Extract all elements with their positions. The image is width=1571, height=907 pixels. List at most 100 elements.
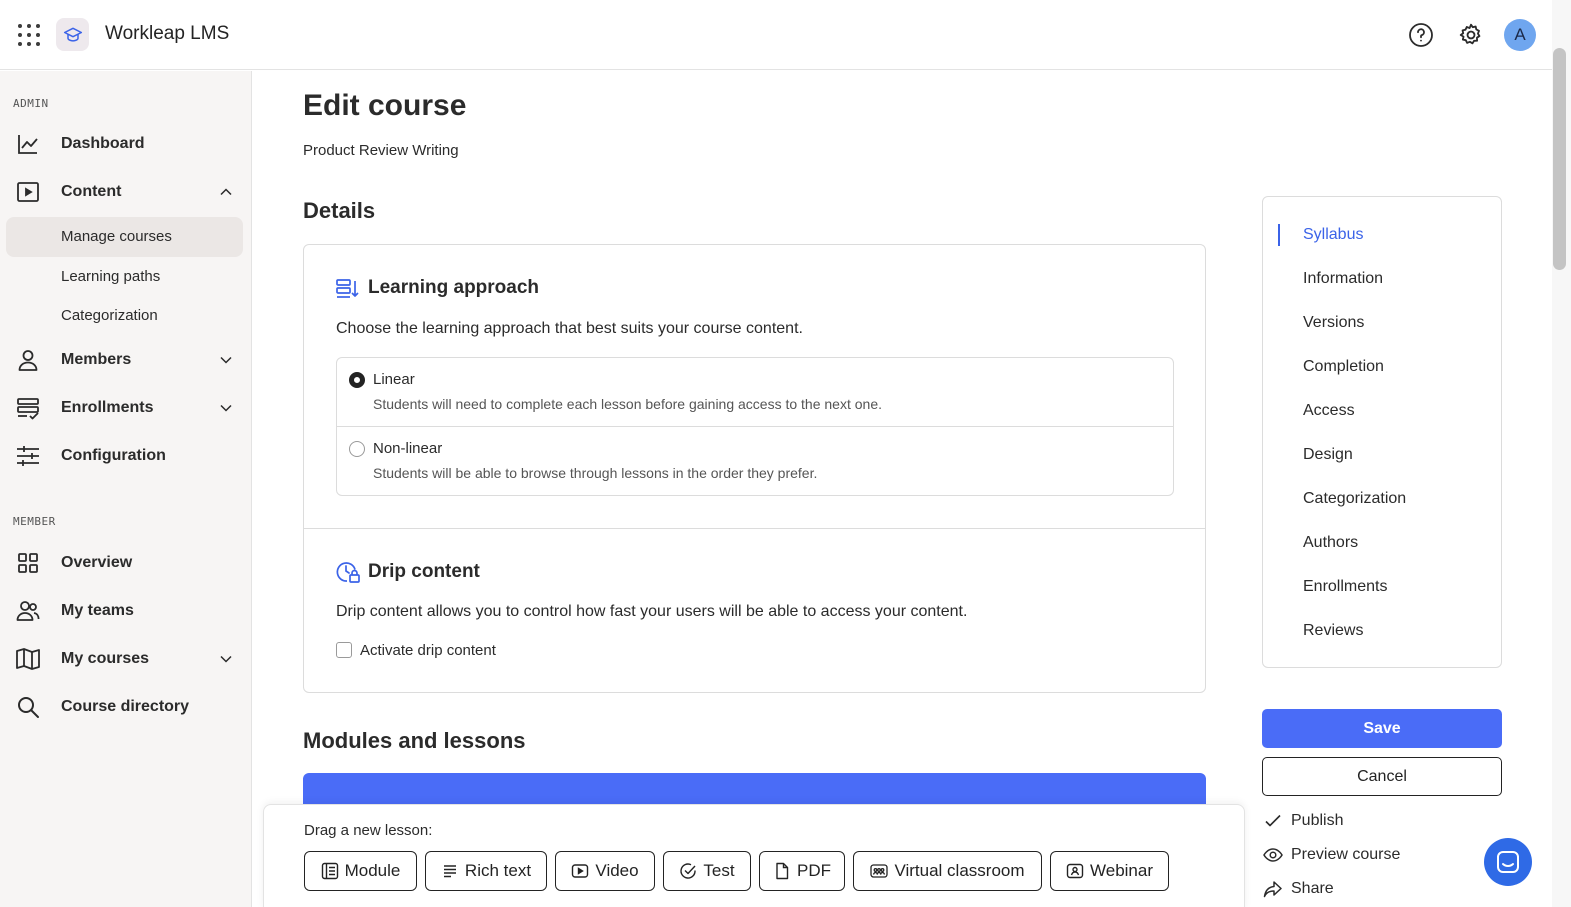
details-heading: Details [303,198,376,223]
lesson-button-label: Rich text [464,861,532,880]
preview-course-label: Preview course [1291,846,1401,863]
section-nav-completion[interactable]: Completion [1303,358,1384,376]
cancel-button[interactable]: Cancel [1262,757,1502,796]
radio-help-text: Students will be able to browse through … [373,465,818,481]
chat-button[interactable] [1484,838,1532,886]
section-nav-access[interactable]: Access [1303,402,1355,420]
top-bar: Workleap LMS A [0,0,1552,70]
radio-help-text: Students will need to complete each less… [373,396,882,412]
radio-button[interactable] [349,441,365,457]
radio-button[interactable] [349,372,365,388]
lesson-button-video[interactable]: Video [555,851,655,891]
sidebar-item-label: Dashboard [61,135,145,152]
modules-heading: Modules and lessons [303,728,526,753]
sidebar: ADMIN Dashboard Content Manage courses L… [0,71,252,907]
help-icon[interactable] [1406,20,1436,50]
radio-label: Non-linear [373,440,443,457]
section-nav-information[interactable]: Information [1303,270,1383,288]
user-icon [18,350,38,371]
section-nav: Syllabus Information Versions Completion… [1262,196,1502,668]
drag-lesson-label: Drag a new lesson: [304,822,433,839]
section-nav-design[interactable]: Design [1303,446,1353,464]
sidebar-item-learning-paths[interactable]: Learning paths [6,257,243,297]
sidebar-item-content[interactable]: Content [6,172,243,212]
check-circle-icon [680,863,697,879]
course-name: Product Review Writing [303,142,459,159]
sidebar-item-members[interactable]: Members [6,340,243,380]
sidebar-item-label: Configuration [61,447,166,464]
sidebar-item-enrollments[interactable]: Enrollments [6,388,243,428]
sidebar-item-my-teams[interactable]: My teams [6,591,243,631]
radio-option-non-linear[interactable]: Non-linear Students will be able to brow… [337,426,1173,494]
sidebar-item-dashboard[interactable]: Dashboard [6,124,243,164]
learning-approach-heading: Learning approach [368,277,540,298]
sidebar-item-manage-courses[interactable]: Manage courses [6,217,243,257]
sidebar-subitem-label: Categorization [61,307,158,324]
section-nav-categorization[interactable]: Categorization [1303,490,1406,508]
save-button[interactable]: Save [1262,709,1502,748]
webinar-icon [1066,863,1084,879]
preview-course-link[interactable]: Preview course [1263,843,1400,867]
lesson-button-label: PDF [797,861,831,880]
sidebar-item-course-directory[interactable]: Course directory [6,687,243,727]
virtual-classroom-icon [870,864,889,878]
play-box-icon [17,182,39,202]
section-nav-enrollments[interactable]: Enrollments [1303,578,1387,596]
page-title: Edit course [303,89,467,122]
sidebar-item-overview[interactable]: Overview [6,543,243,583]
avatar[interactable]: A [1504,19,1536,51]
lesson-button-test[interactable]: Test [663,851,751,891]
drip-content-checkbox-label[interactable]: Activate drip content [360,642,496,659]
gear-icon[interactable] [1456,20,1486,50]
clock-lock-icon [336,562,360,583]
sidebar-item-label: My teams [61,602,134,619]
section-nav-authors[interactable]: Authors [1303,534,1358,552]
learning-approach-icon [336,279,359,298]
section-nav-versions[interactable]: Versions [1303,314,1364,332]
drip-content-description: Drip content allows you to control how f… [336,603,968,620]
learning-approach-description: Choose the learning approach that best s… [336,320,803,337]
lesson-button-rich-text[interactable]: Rich text [425,851,547,891]
chevron-up-icon [220,188,232,196]
radio-label: Linear [373,371,415,388]
sidebar-item-categorization[interactable]: Categorization [6,296,243,336]
lesson-button-label: Video [595,861,639,880]
graduation-cap-icon[interactable] [56,18,89,51]
sidebar-item-configuration[interactable]: Configuration [6,436,243,476]
chevron-down-icon [220,655,232,663]
radio-option-linear[interactable]: Linear Students will need to complete ea… [337,358,1173,426]
drip-content-heading: Drip content [368,561,480,582]
lesson-button-label: Webinar [1090,861,1153,880]
text-lines-icon [443,865,456,878]
publish-link[interactable]: Publish [1263,809,1343,833]
scrollbar-thumb[interactable] [1553,48,1566,270]
lesson-button-pdf[interactable]: PDF [759,851,845,891]
share-icon [1263,881,1282,898]
active-indicator [1278,224,1280,246]
section-nav-reviews[interactable]: Reviews [1303,622,1363,640]
drag-lesson-panel: Drag a new lesson: Module Rich text Vide… [263,804,1245,907]
lesson-button-module[interactable]: Module [304,851,417,891]
lesson-button-label: Test [703,861,735,880]
section-nav-syllabus[interactable]: Syllabus [1303,226,1363,244]
chart-line-icon [18,135,38,154]
book-open-icon [16,648,40,670]
sidebar-item-my-courses[interactable]: My courses [6,639,243,679]
share-link[interactable]: Share [1263,877,1334,901]
learning-approach-radio-group: Linear Students will need to complete ea… [336,357,1174,496]
app-title[interactable]: Workleap LMS [105,23,229,45]
sidebar-subitem-label: Learning paths [61,268,161,285]
divider [304,528,1205,529]
sidebar-subitem-label: Manage courses [61,228,172,245]
drip-content-checkbox[interactable] [336,642,352,658]
lesson-button-virtual-classroom[interactable]: Virtual classroom [853,851,1042,891]
sidebar-item-label: Enrollments [61,399,154,416]
sidebar-item-label: Course directory [61,698,190,715]
grid-icon [18,553,38,573]
users-icon [16,601,40,621]
lesson-button-webinar[interactable]: Webinar [1050,851,1169,891]
admin-section-label: ADMIN [13,97,49,110]
member-section-label: MEMBER [13,515,56,528]
checkmark-icon [1265,814,1281,827]
app-launcher-icon[interactable] [14,20,44,50]
